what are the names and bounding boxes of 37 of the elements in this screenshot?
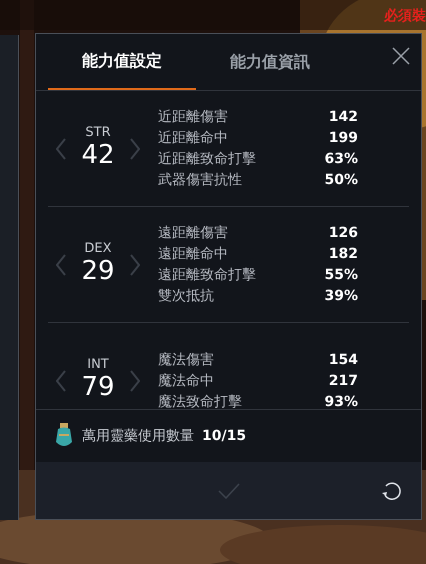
attribute-name: DEX xyxy=(84,242,112,255)
stat-value: 217 xyxy=(328,372,358,390)
close-button[interactable] xyxy=(391,46,411,66)
stat-label: 近距離傷害 xyxy=(158,108,228,126)
stat-value: 50% xyxy=(324,170,358,190)
attribute-value: 79 xyxy=(81,371,115,404)
stat-label: 遠距離致命打擊 xyxy=(158,266,256,284)
stat-label: 魔法命中 xyxy=(158,372,214,390)
check-icon xyxy=(218,482,240,498)
elixir-count: 10/15 xyxy=(202,426,246,446)
stat-label: 遠距離命中 xyxy=(158,244,228,264)
tab[interactable]: 能力值資訊 xyxy=(196,34,344,90)
warning-text: 必須裝 xyxy=(384,7,426,26)
attribute-name: STR xyxy=(85,126,111,139)
stat-label: 魔法致命打擊 xyxy=(158,392,242,409)
stat-value: 199 xyxy=(328,128,358,148)
stat-label: 雙次抵抗 xyxy=(158,286,214,306)
attribute-name: INT xyxy=(87,358,109,372)
stat-value: 182 xyxy=(328,244,358,264)
stat-value: 39% xyxy=(324,286,358,306)
attribute-value: 42 xyxy=(81,138,115,172)
close-icon xyxy=(391,46,411,66)
stat-label: 遠距離傷害 xyxy=(158,224,228,242)
stat-value: 126 xyxy=(328,224,358,242)
stat-label: 魔法傷害 xyxy=(158,350,214,370)
elixir-label: 萬用靈藥使用數量 xyxy=(82,426,194,446)
stat-value: 142 xyxy=(328,108,358,126)
tab[interactable]: 能力值設定 xyxy=(48,34,196,90)
reset-icon xyxy=(380,481,402,503)
stat-value: 93% xyxy=(324,392,358,409)
stat-label: 近距離致命打擊 xyxy=(158,150,256,168)
stat-value: 55% xyxy=(324,266,358,284)
stat-label: 武器傷害抗性 xyxy=(158,170,242,190)
stat-value: 154 xyxy=(328,350,358,370)
stat-label: 近距離命中 xyxy=(158,128,228,148)
stat-value: 63% xyxy=(324,150,358,168)
attribute-value: 29 xyxy=(81,254,115,288)
